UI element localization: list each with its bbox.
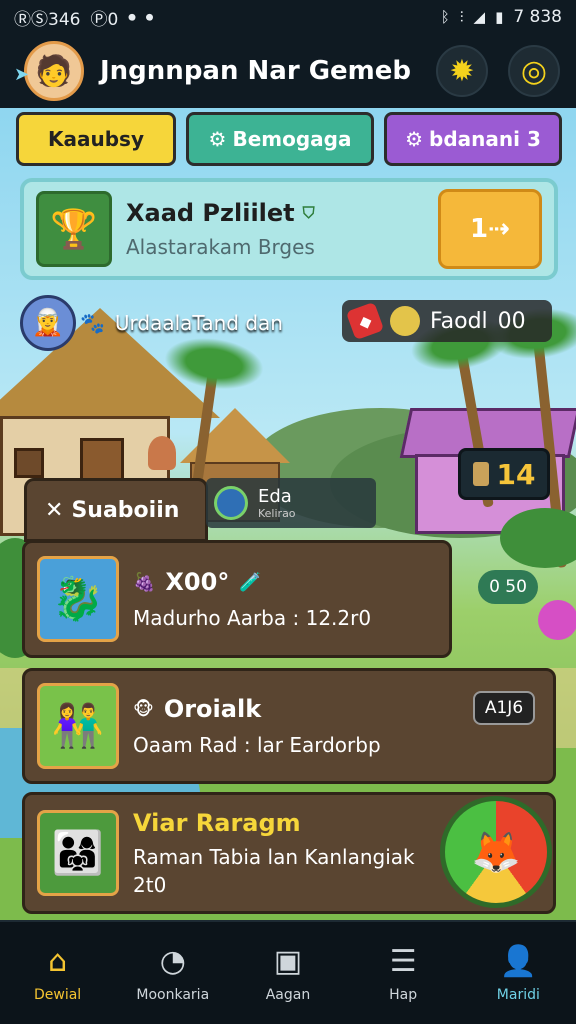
featured-go-button[interactable]: 1⇢ (438, 189, 542, 269)
nav-label: Hap (389, 986, 418, 1003)
food-resource[interactable]: ◆ Faodl 00 (342, 300, 552, 342)
fox-action-button[interactable]: 🦊 (440, 796, 552, 908)
bush (500, 508, 576, 568)
game-title: Jngnnpan Nar Gemeb (100, 56, 412, 86)
player-portrait[interactable]: 🧝 (20, 295, 76, 351)
list-item[interactable]: 👫 🐵 Oroialk Oaam Rad : lar Eardorbp A1J6 (22, 668, 556, 784)
player-strip: 🧝 🐾 UrdaalaTand dan (20, 292, 340, 354)
fox-icon: 🦊 (471, 829, 521, 876)
monkey-icon: 🐵 (133, 698, 154, 720)
shield-badge-icon: ⛉ (302, 203, 315, 222)
nav-gauge[interactable]: ◔ Moonkaria (118, 944, 228, 1003)
puzzle-icon: ⚙ (208, 127, 227, 151)
nav-label: Dewial (33, 986, 82, 1003)
bottom-navigation: ⌂ Dewial ◔ Moonkaria ▣ Aagan ☰ Hap 👤 Mar… (0, 920, 576, 1024)
trophy-icon: 🏆 (36, 191, 112, 267)
nav-label: Maridi (496, 986, 540, 1003)
signal-icon: ◢ (473, 8, 486, 26)
calendar-icon (472, 462, 489, 486)
app-header: 🧑 Jngnnpan Nar Gemeb ✹ ◎ (0, 34, 576, 108)
food-value: 00 (497, 308, 526, 334)
card-title: X00° (165, 568, 230, 596)
status-badge: A1J6 (473, 691, 535, 725)
nav-label: Aagan (265, 986, 311, 1003)
sun-gear-icon: ✹ (449, 53, 475, 89)
vibrate-icon: ⫶ (459, 8, 464, 26)
category-tabs: Kaaubsy ⚙ Bemogaga ⚙ bdanani 3 (16, 112, 562, 166)
dragon-pet-icon: 🐉 (37, 556, 119, 642)
list-item[interactable]: 🐉 🍇 X00° 🧪 Madurho Aarba : 12.2r0 (22, 540, 452, 658)
player-avatar[interactable]: 🧑 (24, 41, 84, 101)
tab-second[interactable]: ⚙ Bemogaga (186, 112, 374, 166)
card-extra: 2t0 (133, 873, 167, 897)
status-bar: ⓇⓈ346 Ⓟ0 ⏺ ⏺ ᛒ ⫶ ◢ ▮ 7 838 (0, 0, 576, 34)
nav-edit[interactable]: ▣ Aagan (233, 944, 343, 1003)
tab-first[interactable]: Kaaubsy (16, 112, 176, 166)
ticket-icon: ◆ (345, 301, 385, 341)
villager-figure (148, 436, 176, 470)
record-icon: ⏺ (128, 8, 136, 26)
coin-icon (390, 306, 420, 336)
food-label: Faodl (430, 308, 488, 334)
status-badge: 0 50 (478, 570, 538, 604)
flower (538, 600, 576, 640)
featured-subtitle: Alastarakam Brges (126, 235, 315, 259)
pet-icons: 🐾 (80, 311, 105, 335)
card-subtitle: Madurho Aarba : 12.2r0 (133, 606, 372, 630)
section-header: ✕ Suaboiin (24, 478, 208, 542)
list-badge-icon: ☰ (389, 943, 417, 979)
player-name: UrdaalaTand dan (114, 311, 283, 335)
orb-icon (214, 486, 248, 520)
record-icon: ⏺ (145, 8, 154, 26)
featured-title: Xaad Pzliilet (126, 199, 295, 227)
eda-status[interactable]: Eda Kelirao (206, 478, 376, 528)
score-box: 14 (458, 448, 550, 500)
tab-third[interactable]: ⚙ bdanani 3 (384, 112, 562, 166)
fruit-icon: 🍇 (133, 571, 156, 593)
score-value: 14 (496, 457, 536, 491)
card-subtitle: Oaam Rad : lar Eardorbp (133, 733, 381, 757)
tab-third-label: bdanani 3 (429, 127, 541, 151)
battery-icon: ▮ (495, 8, 504, 26)
featured-quest-card[interactable]: 🏆 Xaad Pzliilet ⛉ Alastarakam Brges 1⇢ (20, 178, 558, 280)
card-title: Viar Raragm (133, 809, 301, 837)
gauge-icon: ◔ (159, 943, 186, 979)
status-text: ⓇⓈ346 (14, 9, 81, 30)
family-icon: 👨‍👩‍👧 (37, 810, 119, 896)
section-title: Suaboiin (71, 497, 180, 523)
person-icon: 👤 (499, 943, 538, 979)
cursor-arrow-icon: ➤ (14, 64, 30, 85)
eda-sub: Kelirao (258, 507, 296, 520)
status-extra: Ⓟ0 (90, 9, 119, 30)
card-subtitle: Raman Tabia lan Kanlangiak (133, 845, 415, 869)
settings-button[interactable]: ✹ (436, 45, 488, 97)
tab-second-label: Bemogaga (232, 127, 352, 151)
nav-list[interactable]: ☰ Hap (348, 944, 458, 1003)
card-title: Oroialk (163, 695, 262, 723)
edit-square-icon: ▣ (273, 943, 303, 979)
home-icon: ⌂ (48, 943, 68, 979)
nav-home[interactable]: ⌂ Dewial (3, 944, 113, 1003)
eda-label: Eda (258, 486, 292, 507)
potion-icon: 🧪 (239, 571, 262, 593)
notification-button[interactable]: ◎ (508, 45, 560, 97)
bluetooth-icon: ᛒ (440, 8, 450, 26)
clock: 7 838 (513, 7, 562, 27)
villagers-icon: 👫 (37, 683, 119, 769)
nav-label: Moonkaria (136, 986, 210, 1003)
target-alert-icon: ◎ (520, 53, 548, 89)
gear-icon: ⚙ (405, 127, 424, 151)
nav-profile[interactable]: 👤 Maridi (463, 944, 573, 1003)
close-icon[interactable]: ✕ (45, 498, 63, 523)
